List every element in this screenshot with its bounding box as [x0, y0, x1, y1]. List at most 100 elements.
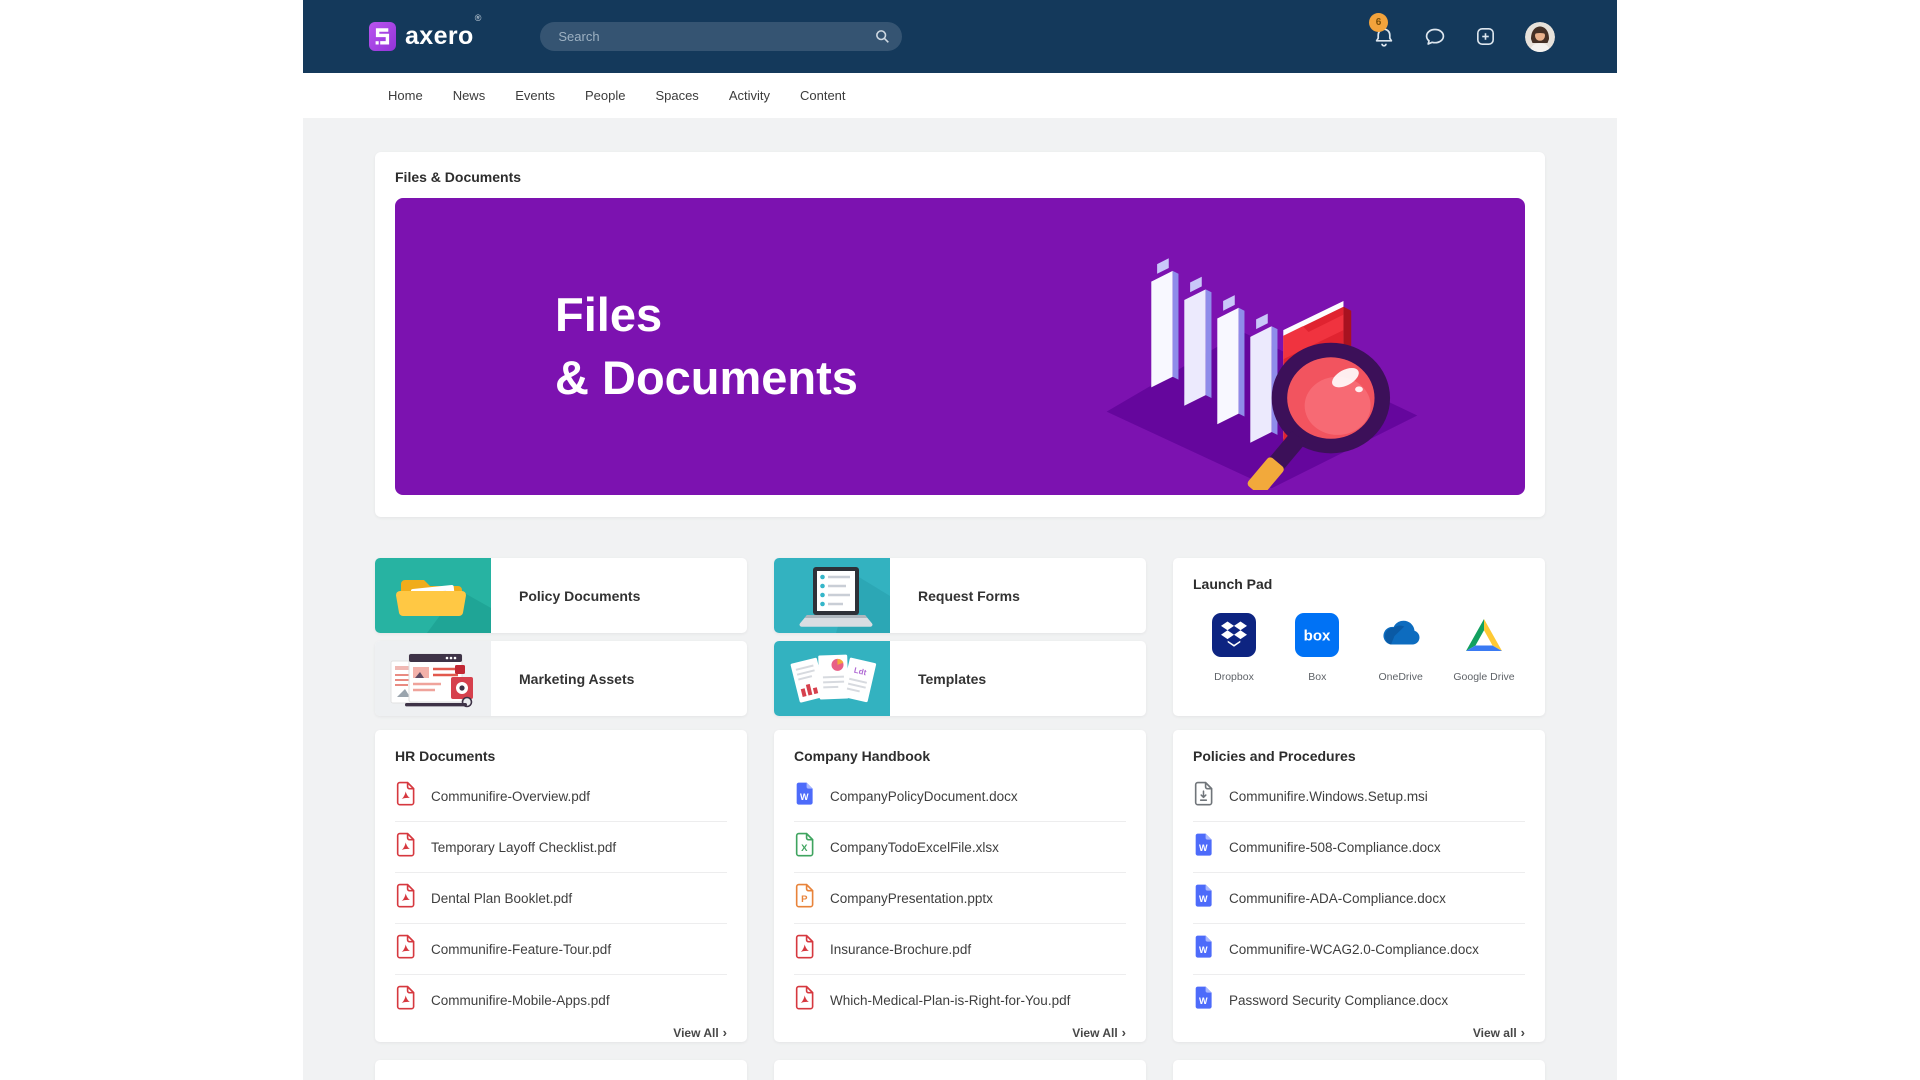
top-navbar: axero® 6 — [303, 0, 1617, 73]
document-cards-grid: HR Documents Communifire-Overview.pdf Te… — [375, 730, 1545, 1042]
file-row[interactable]: P CompanyPresentation.pptx — [794, 873, 1126, 924]
folder-illustration — [375, 558, 491, 633]
messages-button[interactable] — [1423, 25, 1447, 49]
brand-name: axero — [405, 22, 474, 50]
user-avatar[interactable] — [1525, 22, 1555, 52]
file-name: Communifire-ADA-Compliance.docx — [1229, 891, 1446, 906]
doc-card-title: Policies and Procedures — [1193, 748, 1525, 764]
launch-app-onedrive[interactable]: OneDrive — [1364, 613, 1438, 683]
doc-card-hr-documents: HR Documents Communifire-Overview.pdf Te… — [375, 730, 747, 1042]
tile-label: Marketing Assets — [519, 671, 634, 687]
file-row[interactable]: Temporary Layoff Checklist.pdf — [395, 822, 727, 873]
file-name: Communifire-Mobile-Apps.pdf — [431, 993, 610, 1008]
file-row[interactable]: Communifire.Windows.Setup.msi — [1193, 771, 1525, 822]
file-row[interactable]: X CompanyTodoExcelFile.xlsx — [794, 822, 1126, 873]
app-label: Google Drive — [1453, 671, 1514, 683]
view-all-link[interactable]: View All › — [673, 1025, 727, 1044]
files-documents-card: Files & Documents Files & Documents — [375, 152, 1545, 517]
file-list: W CompanyPolicyDocument.docx X CompanyTo… — [794, 771, 1126, 1025]
file-name: CompanyPresentation.pptx — [830, 891, 993, 906]
chevron-right-icon: › — [723, 1025, 727, 1040]
quick-link-policy-documents[interactable]: Policy Documents — [375, 558, 747, 633]
file-name: Communifire-Overview.pdf — [431, 789, 590, 804]
pdf-file-icon — [395, 781, 416, 811]
file-row[interactable]: Communifire-Overview.pdf — [395, 771, 727, 822]
file-name: Dental Plan Booklet.pdf — [431, 891, 572, 906]
google-drive-icon — [1462, 613, 1506, 662]
launch-app-dropbox[interactable]: Dropbox — [1197, 613, 1271, 683]
tile-label: Request Forms — [918, 588, 1020, 604]
plus-square-icon — [1474, 25, 1497, 48]
partial-card — [375, 1060, 747, 1080]
quick-link-marketing-assets[interactable]: Marketing Assets — [375, 641, 747, 716]
pdf-file-icon — [395, 832, 416, 862]
file-name: CompanyPolicyDocument.docx — [830, 789, 1018, 804]
chevron-right-icon: › — [1122, 1025, 1126, 1040]
menu-item-activity[interactable]: Activity — [729, 88, 770, 103]
launch-app-google-drive[interactable]: Google Drive — [1447, 613, 1521, 683]
view-all-label: View All — [673, 1026, 718, 1040]
doc-card-title: HR Documents — [395, 748, 727, 764]
doc-card-title: Company Handbook — [794, 748, 1126, 764]
partial-card — [774, 1060, 1146, 1080]
file-row[interactable]: Insurance-Brochure.pdf — [794, 924, 1126, 975]
laptop-checklist-illustration — [774, 558, 890, 633]
doc-card-policies-and-procedures: Policies and Procedures Communifire.Wind… — [1173, 730, 1545, 1042]
xlsx-file-icon: X — [794, 832, 815, 862]
file-row[interactable]: Dental Plan Booklet.pdf — [395, 873, 727, 924]
notifications-button[interactable]: 6 — [1372, 25, 1396, 49]
page: axero® 6 — [0, 0, 1920, 1080]
menu-item-home[interactable]: Home — [388, 88, 423, 103]
file-row[interactable]: W CompanyPolicyDocument.docx — [794, 771, 1126, 822]
file-row[interactable]: W Communifire-WCAG2.0-Compliance.docx — [1193, 924, 1525, 975]
launch-pad-apps: Dropbox box Box OneDrive Google Drive — [1193, 613, 1525, 683]
notification-badge: 6 — [1369, 13, 1388, 32]
view-all-link[interactable]: View All › — [1072, 1025, 1126, 1044]
launch-app-box[interactable]: box Box — [1280, 613, 1354, 683]
tile-label: Templates — [918, 671, 986, 687]
file-name: Password Security Compliance.docx — [1229, 993, 1448, 1008]
docx-file-icon: W — [1193, 883, 1214, 913]
file-row[interactable]: Which-Medical-Plan-is-Right-for-You.pdf — [794, 975, 1126, 1025]
folders-magnifier-illustration — [1095, 210, 1425, 490]
axero-logo[interactable]: axero® — [369, 22, 480, 51]
app-label: Dropbox — [1214, 671, 1254, 683]
search-icon[interactable] — [875, 29, 890, 44]
file-list: Communifire.Windows.Setup.msi W Communif… — [1193, 771, 1525, 1025]
launch-pad-card: Launch Pad Dropbox box Box OneDrive Goog… — [1173, 558, 1545, 716]
menu-item-spaces[interactable]: Spaces — [655, 88, 698, 103]
file-row[interactable]: W Password Security Compliance.docx — [1193, 975, 1525, 1025]
chat-icon — [1423, 25, 1447, 49]
file-name: Which-Medical-Plan-is-Right-for-You.pdf — [830, 993, 1070, 1008]
svg-text:X: X — [801, 843, 808, 854]
view-all-label: View all — [1473, 1026, 1517, 1040]
menu-item-events[interactable]: Events — [515, 88, 555, 103]
view-all-link[interactable]: View all › — [1473, 1025, 1525, 1044]
pdf-file-icon — [794, 985, 815, 1015]
menu-item-people[interactable]: People — [585, 88, 625, 103]
registered-mark: ® — [475, 13, 482, 23]
file-name: Communifire.Windows.Setup.msi — [1229, 789, 1428, 804]
menu-item-news[interactable]: News — [453, 88, 486, 103]
hero-banner: Files & Documents — [395, 198, 1525, 495]
create-button[interactable] — [1474, 25, 1498, 49]
dropbox-icon — [1212, 613, 1256, 662]
quick-link-request-forms[interactable]: Request Forms — [774, 558, 1146, 633]
tile-label: Policy Documents — [519, 588, 640, 604]
file-row[interactable]: Communifire-Mobile-Apps.pdf — [395, 975, 727, 1025]
pdf-file-icon — [395, 934, 416, 964]
chevron-right-icon: › — [1521, 1025, 1525, 1040]
quick-link-templates[interactable]: Ldt Templates — [774, 641, 1146, 716]
file-row[interactable]: W Communifire-508-Compliance.docx — [1193, 822, 1525, 873]
file-row[interactable]: Communifire-Feature-Tour.pdf — [395, 924, 727, 975]
file-name: CompanyTodoExcelFile.xlsx — [830, 840, 999, 855]
file-name: Communifire-WCAG2.0-Compliance.docx — [1229, 942, 1479, 957]
file-list: Communifire-Overview.pdf Temporary Layof… — [395, 771, 727, 1025]
menu-item-content[interactable]: Content — [800, 88, 846, 103]
global-search-input[interactable] — [540, 22, 902, 51]
file-row[interactable]: W Communifire-ADA-Compliance.docx — [1193, 873, 1525, 924]
view-all-label: View All — [1072, 1026, 1117, 1040]
banner-title: Files & Documents — [555, 284, 858, 408]
svg-text:W: W — [800, 792, 809, 802]
documents-illustration: Ldt — [774, 641, 890, 716]
